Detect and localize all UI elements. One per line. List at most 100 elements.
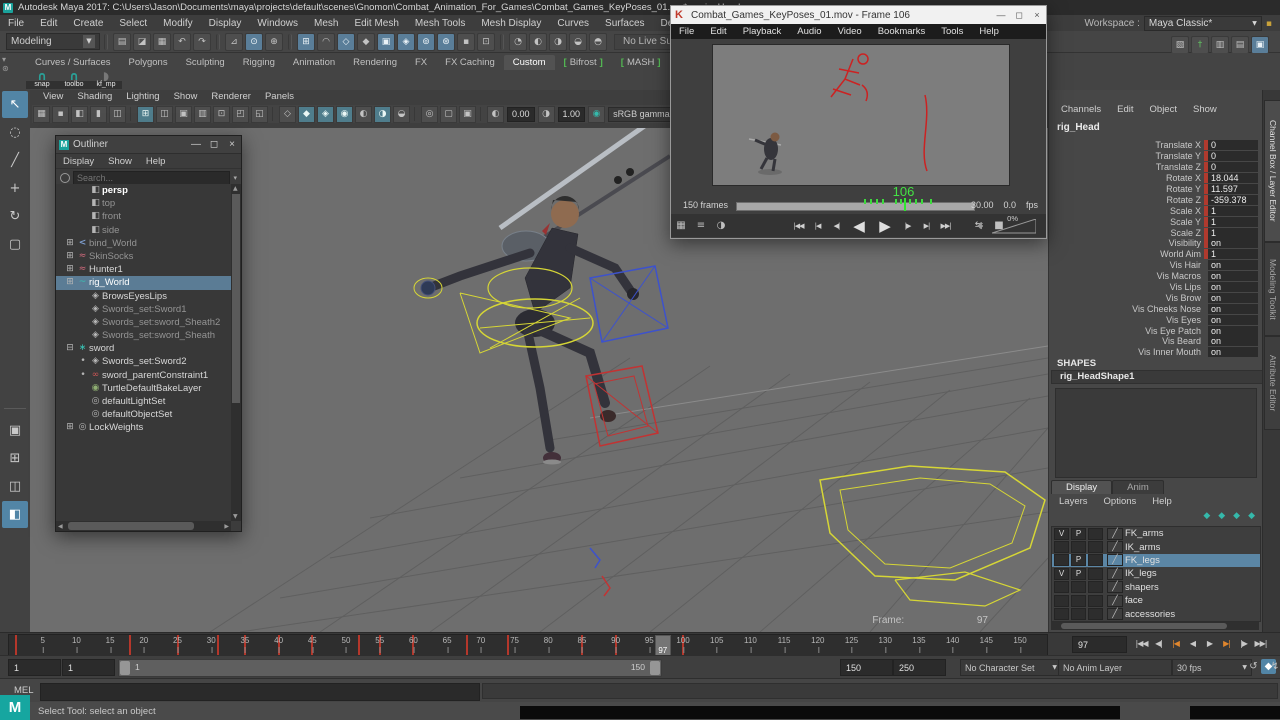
layer-editor-menu-item[interactable]: Help: [1144, 496, 1180, 507]
menu-item[interactable]: Surfaces: [597, 18, 652, 29]
workspace-dropdown[interactable]: Maya Classic* ▼: [1144, 16, 1262, 31]
panel-menu-item[interactable]: Panels: [258, 91, 301, 104]
outliner-menu-item[interactable]: Display: [56, 156, 101, 167]
playback-end-field[interactable]: 150: [840, 659, 893, 676]
Visibility[interactable]: Visibility on: [1049, 238, 1263, 249]
input-connections-icon[interactable]: ⊚: [417, 33, 435, 51]
Rotate Z[interactable]: Rotate Z -359.378: [1049, 194, 1263, 205]
expand-icon[interactable]: •: [77, 369, 89, 382]
layer-playback-toggle[interactable]: [1071, 595, 1086, 607]
go-to-end-button[interactable]: ▶▶|: [1252, 635, 1269, 652]
layer-scrollbar[interactable]: [1051, 622, 1259, 630]
layer-playback-toggle[interactable]: [1071, 541, 1086, 553]
wireframe-icon[interactable]: ◇: [279, 106, 296, 123]
layer-playback-toggle[interactable]: P: [1071, 528, 1086, 540]
ipr-render-icon[interactable]: ◒: [569, 33, 587, 51]
paint-select-tool[interactable]: ╱: [2, 147, 28, 174]
chevron-down-icon[interactable]: ▾: [233, 174, 237, 182]
tab-modeling-toolkit[interactable]: Modeling Toolkit: [1264, 242, 1280, 336]
channel-value-field[interactable]: on: [1208, 336, 1258, 346]
playback-start-field[interactable]: 1: [62, 659, 115, 676]
thumbnail-view-icon[interactable]: ▦: [673, 218, 689, 233]
channel-value-field[interactable]: 1: [1208, 228, 1258, 238]
motion-blur-icon[interactable]: ◒: [393, 106, 410, 123]
minimize-button[interactable]: —: [187, 139, 205, 150]
channel-value-field[interactable]: 0: [1208, 162, 1258, 172]
outliner-item[interactable]: ◎ defaultObjectSet: [56, 408, 231, 421]
lock-selection-icon[interactable]: ▪: [457, 33, 475, 51]
Vis Lips[interactable]: Vis Lips on: [1049, 282, 1263, 293]
snap-curve-icon[interactable]: ◠: [317, 33, 335, 51]
open-scene-icon[interactable]: ◪: [133, 33, 151, 51]
minimize-button[interactable]: —: [992, 10, 1010, 21]
shelf-tab[interactable]: FX: [406, 55, 436, 70]
accessories[interactable]: ╱ accessories: [1052, 607, 1260, 620]
IK_arms[interactable]: ╱ IK_arms: [1052, 540, 1260, 553]
shadows-icon[interactable]: ◐: [355, 106, 372, 123]
channel-value-field[interactable]: 1: [1208, 249, 1258, 259]
layer-visibility-toggle[interactable]: [1054, 595, 1069, 607]
layer-playback-toggle[interactable]: [1071, 581, 1086, 593]
scale-tool[interactable]: ▢: [2, 231, 28, 258]
color-management-icon[interactable]: ◉: [588, 106, 605, 123]
outliner-item[interactable]: ⊞ ≈ SkinSocks: [56, 250, 231, 263]
channel-box-menu-item[interactable]: Edit: [1109, 104, 1141, 115]
shaded-icon[interactable]: ◆: [298, 106, 315, 123]
Translate Y[interactable]: Translate Y 0: [1049, 151, 1263, 162]
Vis Cheeks Nose[interactable]: Vis Cheeks Nose on: [1049, 303, 1263, 314]
output-connections-icon[interactable]: ⊛: [437, 33, 455, 51]
shelf-tab[interactable]: Polygons: [120, 55, 177, 70]
shelf-tab[interactable]: Rendering: [344, 55, 406, 70]
outliner-persp-layout[interactable]: ◧: [2, 501, 28, 528]
player-menu-item[interactable]: Tools: [933, 26, 971, 37]
video-display[interactable]: [712, 44, 1010, 186]
grid-icon[interactable]: ⊞: [137, 106, 154, 123]
anim-layer-dropdown[interactable]: No Anim Layer: [1058, 659, 1172, 676]
channel-value-field[interactable]: on: [1208, 282, 1258, 292]
channel-value-field[interactable]: on: [1208, 293, 1258, 303]
outliner-item[interactable]: ⊞ ~ rig_World: [56, 276, 231, 289]
layer-editor-menu-item[interactable]: Options: [1096, 496, 1145, 507]
layer-display-toggle[interactable]: [1088, 581, 1103, 593]
play-forwards-button[interactable]: ▶: [1201, 635, 1218, 652]
select-object-icon[interactable]: ⊙: [245, 33, 263, 51]
snap-point-icon[interactable]: ◇: [337, 33, 355, 51]
textured-icon[interactable]: ◈: [317, 106, 334, 123]
mel-input[interactable]: [40, 683, 480, 701]
film-gate-icon[interactable]: ◫: [156, 106, 173, 123]
menu-item[interactable]: Mesh: [306, 18, 346, 29]
xray-joints-icon[interactable]: ▣: [459, 106, 476, 123]
range-start-handle[interactable]: [120, 661, 130, 675]
render-settings-icon[interactable]: ◓: [589, 33, 607, 51]
go-to-end-button[interactable]: ▶▶|: [938, 218, 953, 234]
player-menu-item[interactable]: Playback: [735, 26, 790, 37]
screen-space-ao-icon[interactable]: ◑: [374, 106, 391, 123]
close-button[interactable]: ×: [223, 139, 241, 150]
gamma-field[interactable]: 1.00: [558, 107, 586, 122]
channel-value-field[interactable]: 11.597: [1208, 184, 1258, 194]
play-backwards-button[interactable]: ◀: [848, 218, 870, 234]
field-chart-icon[interactable]: ⊡: [213, 106, 230, 123]
channel-value-field[interactable]: on: [1208, 260, 1258, 270]
lock-camera-icon[interactable]: ▪: [52, 106, 69, 123]
attribute-editor-toggle-icon[interactable]: ▤: [1231, 36, 1249, 54]
isolate-select-icon[interactable]: ◎: [421, 106, 438, 123]
outliner-menu-item[interactable]: Show: [101, 156, 139, 167]
Rotate X[interactable]: Rotate X 18.044: [1049, 173, 1263, 184]
Vis Eye Patch[interactable]: Vis Eye Patch on: [1049, 325, 1263, 336]
panel-menu-item[interactable]: View: [36, 91, 70, 104]
animation-start-field[interactable]: 1: [8, 659, 61, 676]
modeling-toolkit-toggle-icon[interactable]: ▧: [1171, 36, 1189, 54]
redo-icon[interactable]: ↷: [193, 33, 211, 51]
outliner-item[interactable]: ◧ persp: [56, 184, 231, 197]
channel-value-field[interactable]: 1: [1208, 206, 1258, 216]
shelf-tab[interactable]: Rigging: [234, 55, 284, 70]
shelf-tab[interactable]: FX Caching: [436, 55, 504, 70]
shelf-menu-controls[interactable]: ▾ ⊛: [2, 55, 24, 89]
Vis Eyes[interactable]: Vis Eyes on: [1049, 314, 1263, 325]
Scale X[interactable]: Scale X 1: [1049, 205, 1263, 216]
shelf-tab[interactable]: MASH: [612, 55, 670, 70]
Vis Inner Mouth[interactable]: Vis Inner Mouth on: [1049, 347, 1263, 358]
image-plane-icon[interactable]: ◫: [109, 106, 126, 123]
player-menu-item[interactable]: Edit: [702, 26, 734, 37]
